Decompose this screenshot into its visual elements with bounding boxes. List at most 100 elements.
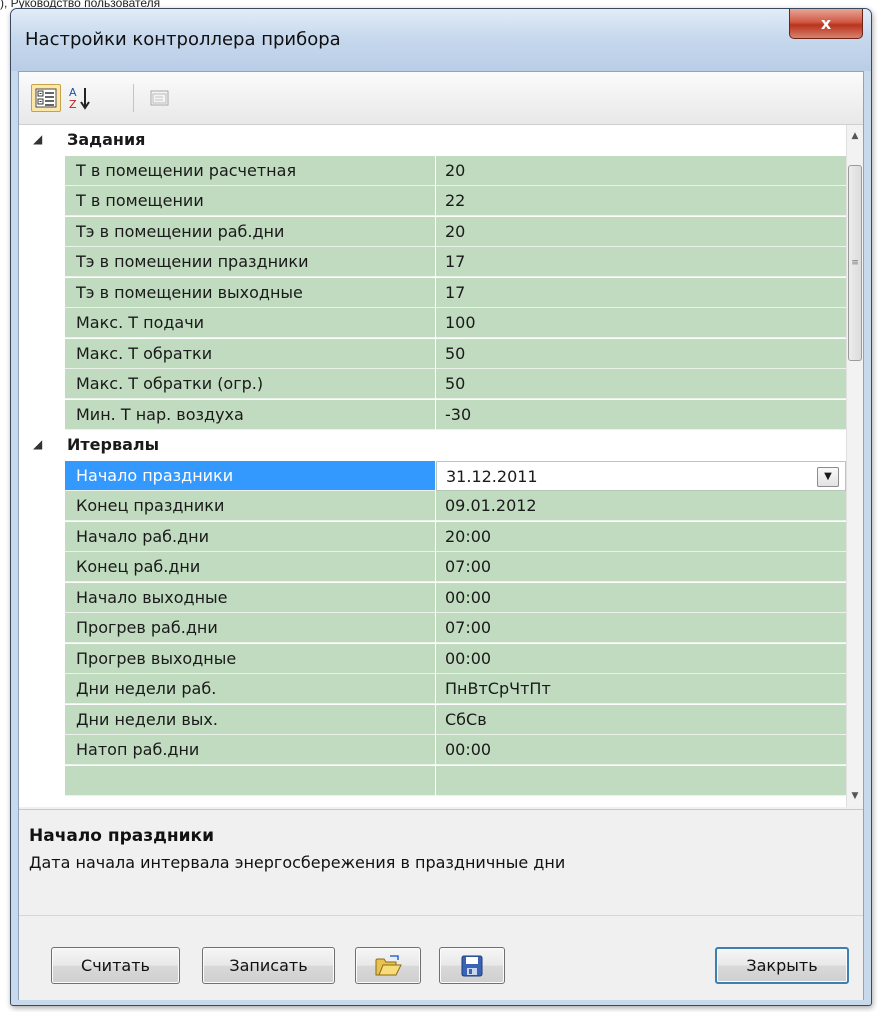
property-pages-button[interactable] <box>145 84 175 112</box>
property-value[interactable]: 100 <box>436 308 846 338</box>
property-name[interactable]: Макс. Т подачи <box>65 308 435 338</box>
property-name[interactable]: Начало праздники <box>65 460 435 491</box>
property-value[interactable]: 20 <box>436 155 846 186</box>
property-name[interactable]: Прогрев выходные <box>65 643 435 674</box>
property-value[interactable]: ПнВтСрЧтПт <box>436 674 846 704</box>
property-row[interactable]: Тэ в помещении праздники 17 <box>19 247 846 277</box>
property-grid: ◢ Задания Т в помещении расчетная 20 Т в пом… <box>19 125 863 807</box>
property-row[interactable]: Дни недели раб. ПнВтСрЧтПт <box>19 674 846 704</box>
property-row[interactable]: Тэ в помещении выходные 17 <box>19 277 846 308</box>
property-value-text: 22 <box>445 191 466 210</box>
property-row[interactable]: Мин. Т нар. воздуха -30 <box>19 399 846 430</box>
property-name[interactable]: Тэ в помещении выходные <box>65 277 435 308</box>
category-row[interactable]: ◢ Задания <box>19 125 846 155</box>
help-description: Дата начала интервала энергосбережения в… <box>29 853 566 872</box>
write-button[interactable]: Записать <box>202 947 335 984</box>
property-row[interactable]: Прогрев раб.дни 07:00 <box>19 613 846 643</box>
property-row[interactable] <box>19 765 846 796</box>
property-value[interactable]: СбСв <box>436 704 846 735</box>
property-name[interactable]: Мин. Т нар. воздуха <box>65 399 435 430</box>
property-value[interactable]: 00:00 <box>436 735 846 765</box>
property-pages-icon <box>150 90 169 106</box>
property-name[interactable]: Тэ в помещении раб.дни <box>65 216 435 247</box>
vertical-scrollbar[interactable]: ▲ ≡ ▼ <box>846 125 863 807</box>
property-name[interactable]: Дни недели раб. <box>65 674 435 704</box>
toolbar-separator <box>133 84 134 112</box>
property-value[interactable]: -30 <box>436 399 846 430</box>
property-value[interactable]: 09.01.2012 <box>436 491 846 521</box>
property-value-text: 100 <box>445 313 476 332</box>
scroll-down-icon[interactable]: ▼ <box>847 787 863 805</box>
property-row[interactable]: Начало раб.дни 20:00 <box>19 521 846 552</box>
button-bar: Считать Записать Закрыть <box>19 915 863 1000</box>
property-name[interactable]: Начало раб.дни <box>65 521 435 552</box>
property-name[interactable]: Макс. Т обратки (огр.) <box>65 369 435 399</box>
property-row[interactable]: Начало выходные 00:00 <box>19 582 846 613</box>
dropdown-arrow-icon[interactable]: ▼ <box>817 466 839 487</box>
property-value[interactable]: 20 <box>436 216 846 247</box>
help-title: Начало праздники <box>29 826 214 846</box>
property-value[interactable]: 00:00 <box>436 643 846 674</box>
property-row[interactable]: Т в помещении 22 <box>19 186 846 216</box>
open-file-button[interactable] <box>355 947 421 984</box>
save-file-button[interactable] <box>439 947 505 984</box>
property-value[interactable]: 07:00 <box>436 613 846 643</box>
property-value-text: 17 <box>445 282 466 302</box>
settings-dialog: Настройки контроллера прибора x A Z ◢ За… <box>10 8 872 1006</box>
property-value[interactable]: 31.12.2011 ▼ <box>436 460 846 491</box>
close-window-button[interactable]: x <box>789 9 863 39</box>
property-value-text: СбСв <box>445 709 487 729</box>
collapse-triangle-icon[interactable]: ◢ <box>33 437 42 451</box>
property-value[interactable] <box>436 765 846 796</box>
property-value[interactable]: 50 <box>436 369 846 399</box>
property-name[interactable]: Конец праздники <box>65 491 435 521</box>
categorized-view-button[interactable] <box>31 84 61 112</box>
property-row[interactable]: Тэ в помещении раб.дни 20 <box>19 216 846 247</box>
property-name[interactable]: Т в помещении <box>65 186 435 216</box>
title-bar[interactable]: Настройки контроллера прибора x <box>11 9 871 71</box>
property-name[interactable]: Прогрев раб.дни <box>65 613 435 643</box>
property-name[interactable]: Тэ в помещении праздники <box>65 247 435 277</box>
property-value-text: 17 <box>445 252 466 271</box>
property-row[interactable]: Натоп раб.дни 00:00 <box>19 735 846 765</box>
property-name[interactable]: Т в помещении расчетная <box>65 155 435 186</box>
property-value[interactable]: 50 <box>436 338 846 369</box>
category-row[interactable]: ◢ Итервалы <box>19 430 846 460</box>
scroll-up-icon[interactable]: ▲ <box>847 127 863 145</box>
property-row[interactable]: Прогрев выходные 00:00 <box>19 643 846 674</box>
category-label: Задания <box>67 130 146 149</box>
close-button[interactable]: Закрыть <box>715 947 849 984</box>
read-button[interactable]: Считать <box>51 947 180 984</box>
property-value[interactable]: 00:00 <box>436 582 846 613</box>
property-row[interactable]: Макс. Т подачи 100 <box>19 308 846 338</box>
property-row[interactable]: Макс. Т обратки 50 <box>19 338 846 369</box>
property-name[interactable]: Дни недели вых. <box>65 704 435 735</box>
window-title: Настройки контроллера прибора <box>25 29 341 50</box>
property-value-text: 20 <box>445 221 466 241</box>
scrollbar-thumb[interactable]: ≡ <box>848 165 862 361</box>
property-row[interactable]: Макс. Т обратки (огр.) 50 <box>19 369 846 399</box>
property-name[interactable]: Макс. Т обратки <box>65 338 435 369</box>
property-row[interactable]: Конец раб.дни 07:00 <box>19 552 846 582</box>
collapse-triangle-icon[interactable]: ◢ <box>33 132 42 146</box>
property-name[interactable]: Натоп раб.дни <box>65 735 435 765</box>
property-value[interactable]: 17 <box>436 247 846 277</box>
alphabetical-sort-button[interactable]: A Z <box>65 84 95 112</box>
property-value-text: -30 <box>445 404 472 424</box>
property-row[interactable]: Т в помещении расчетная 20 <box>19 155 846 186</box>
property-value[interactable]: 22 <box>436 186 846 216</box>
property-name[interactable] <box>65 765 435 796</box>
property-value[interactable]: 07:00 <box>436 552 846 582</box>
property-value-text: 50 <box>445 343 466 363</box>
property-value-text: 00:00 <box>445 740 492 759</box>
property-value[interactable]: 17 <box>436 277 846 308</box>
property-value[interactable]: 20:00 <box>436 521 846 552</box>
property-row[interactable]: Дни недели вых. СбСв <box>19 704 846 735</box>
property-row[interactable]: Конец праздники 09.01.2012 <box>19 491 846 521</box>
property-row[interactable]: Начало праздники 31.12.2011 ▼ <box>19 460 846 491</box>
property-value-text: 31.12.2011 <box>446 466 538 486</box>
property-value-text: 00:00 <box>445 587 492 607</box>
property-name[interactable]: Конец раб.дни <box>65 552 435 582</box>
property-name[interactable]: Начало выходные <box>65 582 435 613</box>
property-value-text: 50 <box>445 374 466 393</box>
